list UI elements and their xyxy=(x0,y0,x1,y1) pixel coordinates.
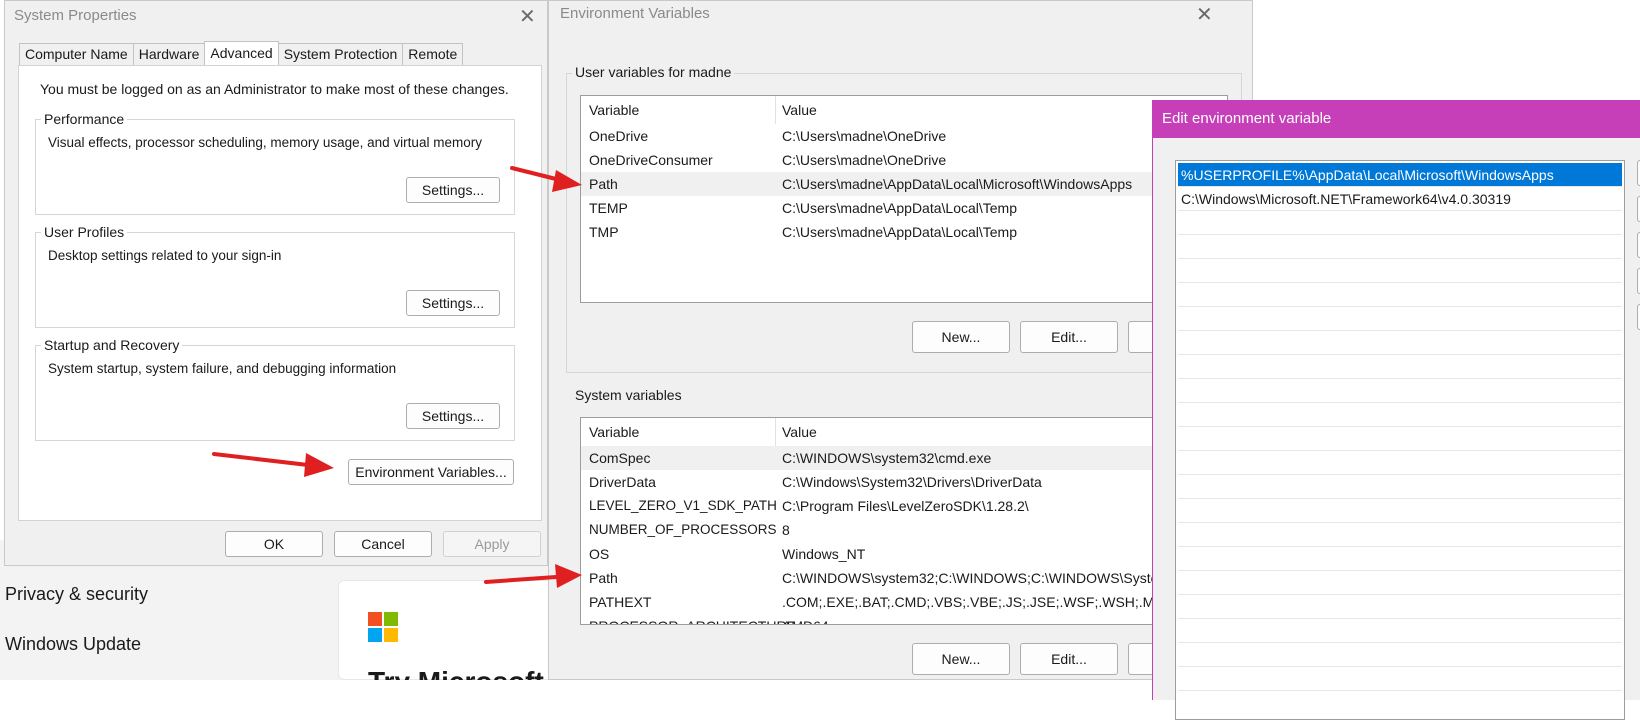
arrow-head-icon xyxy=(555,564,582,588)
arrow-head-icon xyxy=(552,170,582,192)
annotation-arrows xyxy=(212,166,582,588)
arrow-to-system-path xyxy=(484,575,558,584)
tab-advanced[interactable]: Advanced xyxy=(204,41,279,65)
arrow-head-icon xyxy=(304,453,334,477)
arrow-to-env-button xyxy=(212,452,310,467)
arrow-to-user-path xyxy=(510,166,562,182)
